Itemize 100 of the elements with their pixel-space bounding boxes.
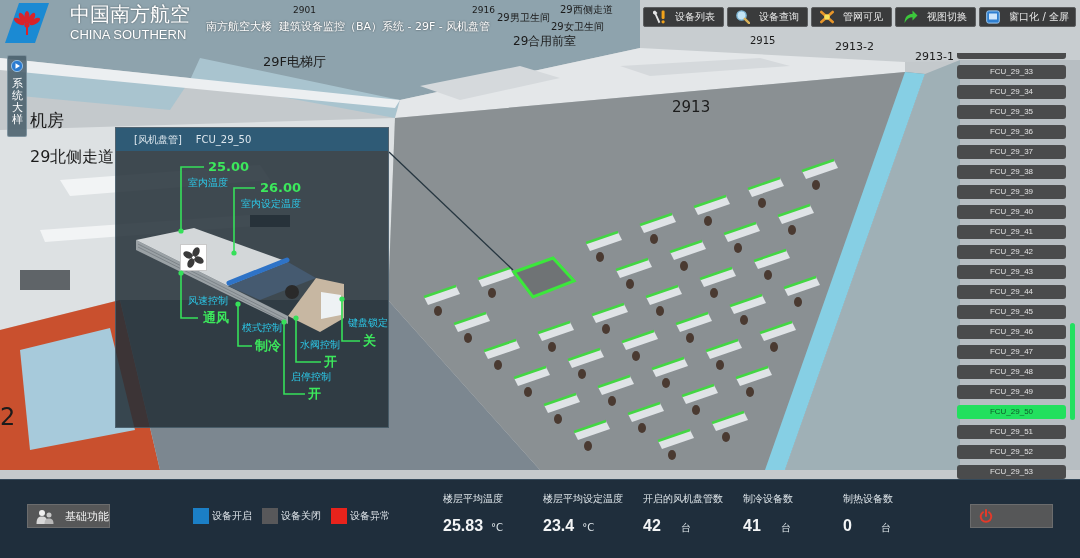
list-item[interactable]: FCU_29_45 <box>957 305 1066 319</box>
power-button[interactable] <box>970 504 1053 528</box>
desk <box>567 347 604 368</box>
desk <box>669 239 706 260</box>
chair <box>434 306 442 316</box>
list-item[interactable]: FCU_29_51 <box>957 425 1066 439</box>
reading-label: 水阀控制 <box>300 339 340 351</box>
reading-label: 风速控制 <box>188 295 228 307</box>
legend-label: 设备关闭 <box>281 509 321 523</box>
reading-value: 25.00 <box>208 159 250 175</box>
list-item[interactable]: FCU_29_35 <box>957 105 1066 119</box>
desk <box>777 203 814 224</box>
room-label: 29合用前室 <box>513 35 577 49</box>
toolbar-button[interactable]: 视图切换 <box>895 7 977 27</box>
list-item[interactable]: FCU_29_41 <box>957 225 1066 239</box>
list-item[interactable]: FCU_29_46 <box>957 325 1066 339</box>
reading-value: 关 <box>363 333 376 349</box>
chair <box>704 216 712 226</box>
legend-label: 设备开启 <box>212 509 252 523</box>
chair <box>758 198 766 208</box>
list-item[interactable]: FCU_29_50 <box>957 405 1066 419</box>
chair <box>740 315 748 325</box>
desk <box>759 320 796 341</box>
desk <box>729 293 766 314</box>
list-item[interactable]: FCU_29_44 <box>957 285 1066 299</box>
list-item[interactable]: FCU_29_52 <box>957 445 1066 459</box>
stat-unit: °C <box>582 522 595 533</box>
chair <box>716 360 724 370</box>
chair <box>494 360 502 370</box>
list-item[interactable]: FCU_29_48 <box>957 365 1066 379</box>
side-tab[interactable]: 系统大样 <box>7 55 27 137</box>
list-item[interactable] <box>957 53 1066 59</box>
list-item[interactable]: FCU_29_38 <box>957 165 1066 179</box>
room-label: 2916 <box>472 5 495 16</box>
stat-unit: 台 <box>881 521 891 535</box>
reading-label: 模式控制 <box>242 322 282 334</box>
desk <box>801 158 838 179</box>
room-label: 29男卫生间 <box>497 12 550 24</box>
list-item[interactable]: FCU_29_37 <box>957 145 1066 159</box>
room-label: 2913-2 <box>835 41 874 54</box>
stat-label: 制热设备数 <box>843 493 894 505</box>
chair <box>680 261 688 271</box>
list-item[interactable]: FCU_29_53 <box>957 465 1066 479</box>
chair <box>596 252 604 262</box>
room-label: 29F电梯厅 <box>263 55 327 70</box>
desk <box>621 329 658 350</box>
highlighted-unit[interactable] <box>511 256 577 299</box>
chair <box>524 387 532 397</box>
legend-label: 设备异常 <box>350 509 390 523</box>
toolbar-button[interactable]: 设备查询 <box>727 7 809 27</box>
play-icon <box>11 60 23 72</box>
stat-label: 开启的风机盘管数 <box>643 493 724 505</box>
stat-value: 23.4 <box>543 517 575 535</box>
toolbar-button[interactable]: 管网可见 <box>811 7 893 27</box>
reading-value: 通风 <box>203 310 229 326</box>
stat-label: 楼层平均温度 <box>443 493 504 505</box>
desk <box>645 284 682 305</box>
list-item[interactable]: FCU_29_43 <box>957 265 1066 279</box>
room-label: 2915 <box>750 35 776 47</box>
chair <box>734 243 742 253</box>
chair <box>686 333 694 343</box>
power-icon <box>979 509 993 523</box>
list-item[interactable]: FCU_29_33 <box>957 65 1066 79</box>
list-item[interactable]: FCU_29_47 <box>957 345 1066 359</box>
chair <box>656 306 664 316</box>
chair <box>662 378 670 388</box>
desk <box>615 257 652 278</box>
device-category: [风机盘管] <box>134 132 182 147</box>
desk <box>783 275 820 296</box>
toolbar-button[interactable]: 窗口化 / 全屏 <box>979 7 1076 27</box>
desk <box>453 311 490 332</box>
chair <box>794 297 802 307</box>
list-item[interactable]: FCU_29_40 <box>957 205 1066 219</box>
list-item[interactable]: FCU_29_34 <box>957 85 1066 99</box>
list-item[interactable]: FCU_29_39 <box>957 185 1066 199</box>
desk <box>681 383 718 404</box>
chair <box>626 279 634 289</box>
window-title: 南方航空大楼 建筑设备监控（BA）系统 - 29F - 风机盘管 <box>206 20 491 34</box>
desk <box>675 311 712 332</box>
chair <box>554 414 562 424</box>
reading-value: 开 <box>308 386 321 402</box>
chair <box>548 342 556 352</box>
list-item[interactable]: FCU_29_49 <box>957 385 1066 399</box>
chair <box>584 441 592 451</box>
fan-icon <box>180 244 207 271</box>
chair <box>488 288 496 298</box>
chair <box>746 387 754 397</box>
stat-unit: °C <box>491 522 504 533</box>
stat-label: 制冷设备数 <box>743 493 794 505</box>
toolbar-button[interactable]: 设备列表 <box>643 7 725 27</box>
function-button[interactable]: 基础功能 <box>27 504 110 528</box>
scrollbar-thumb[interactable] <box>1070 323 1075 420</box>
desk <box>699 266 736 287</box>
users-icon <box>36 508 54 524</box>
crossed-pipes-icon <box>820 10 835 24</box>
list-item[interactable]: FCU_29_42 <box>957 245 1066 259</box>
logo-subtext: CHINA SOUTHERN <box>70 27 187 42</box>
stat-label: 楼层平均设定温度 <box>543 493 624 505</box>
room-label: 2913 <box>672 99 711 117</box>
list-item[interactable]: FCU_29_36 <box>957 125 1066 139</box>
